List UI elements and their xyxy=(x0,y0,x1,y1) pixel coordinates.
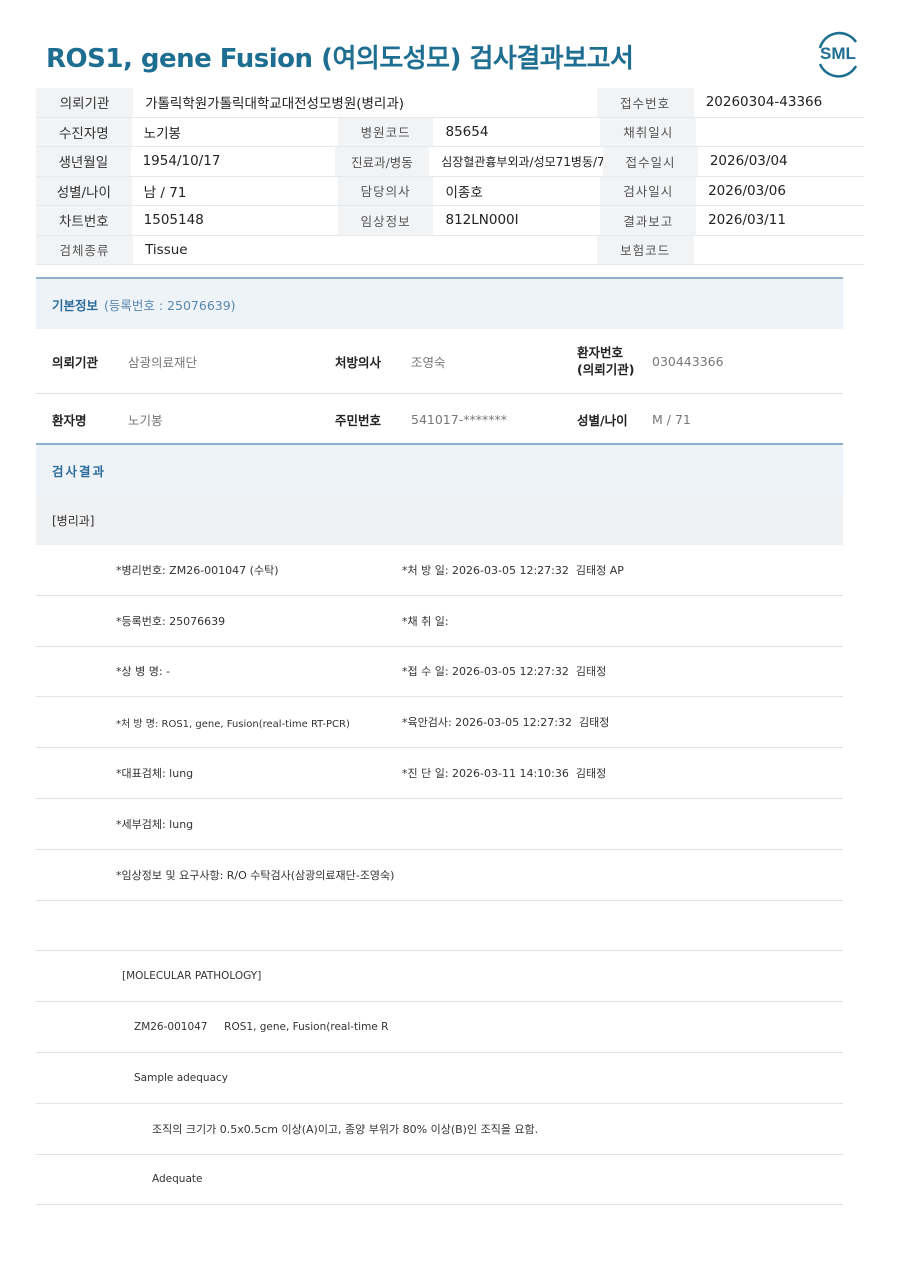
header-row: 의뢰기관 가톨릭학원가톨릭대학교대전성모병원(병리과) 접수번호 2026030… xyxy=(36,88,864,118)
header-label: 의뢰기관 xyxy=(36,88,134,117)
result-row: ZM26-001047 ROS1, gene, Fusion(real-time… xyxy=(36,1002,843,1053)
header-label: 임상정보 xyxy=(337,206,434,235)
header-label: 성별/나이 xyxy=(36,176,132,205)
result-row: *세부검체: lung xyxy=(36,799,843,850)
header-value: 1954/10/17 xyxy=(142,153,221,170)
basic-info-row: 의뢰기관 삼광의료재단 처방의사 조영숙 환자번호 (의뢰기관) 0304433… xyxy=(36,329,843,394)
result-right: *육안검사: 2026-03-05 12:27:32 김태정 xyxy=(402,716,610,730)
header-label: 검사일시 xyxy=(600,176,697,205)
header-label: 진료과/병동 xyxy=(334,147,430,176)
header-value: 남 / 71 xyxy=(143,184,187,201)
info-value: 삼광의료재단 xyxy=(128,354,198,370)
header-value: 이종호 xyxy=(445,184,483,201)
info-value: 조영숙 xyxy=(411,354,446,370)
result-row xyxy=(36,901,843,952)
result-row: *상 병 명: - *접 수 일: 2026-03-05 12:27:32 김태… xyxy=(36,647,843,698)
header-value: 85654 xyxy=(445,123,489,140)
header-value: 2026/03/11 xyxy=(708,212,786,229)
result-left: *등록번호: 25076639 xyxy=(116,614,226,628)
header-value: Tissue xyxy=(145,241,188,258)
result-right: *처 방 일: 2026-03-05 12:27:32 김태정 AP xyxy=(402,563,624,577)
sml-logo: SML xyxy=(818,31,858,78)
result-row: *임상정보 및 요구사항: R/O 수탁검사(삼광의료재단-조영숙) xyxy=(36,850,843,901)
basic-info-section: 기본정보 (등록번호 : 25076639) 의뢰기관 삼광의료재단 처방의사 … xyxy=(36,277,843,444)
result-left: ZM26-001047 ROS1, gene, Fusion(real-time… xyxy=(134,1021,389,1034)
header-value: 812LN000I xyxy=(445,212,519,229)
header-label: 접수일시 xyxy=(603,147,698,176)
header-value: 2026/03/04 xyxy=(709,153,788,170)
header-value: 노기봉 xyxy=(143,125,181,142)
info-key: 의뢰기관 xyxy=(52,354,99,370)
info-key: 성별/나이 xyxy=(577,412,628,428)
header-value: 심장혈관흉부외과/성모71병동/7110 xyxy=(441,154,628,169)
header-value: 20260304-43366 xyxy=(705,94,823,111)
header-row: 성별/나이 남 / 71 담당의사 이종호 검사일시 2026/03/06 xyxy=(36,176,864,206)
header-label: 채취일시 xyxy=(600,117,697,146)
result-left: Adequate xyxy=(152,1173,203,1186)
result-row: Sample adequacy xyxy=(36,1053,843,1104)
result-left: *병리번호: ZM26-001047 (수탁) xyxy=(116,563,279,577)
result-row: [MOLECULAR PATHOLOGY] xyxy=(36,951,843,1003)
header-row: 차트번호 1505148 임상정보 812LN000I 결과보고 2026/03… xyxy=(36,206,864,236)
header-label: 병원코드 xyxy=(337,117,434,146)
result-row: 조직의 크기가 0.5x0.5cm 이상(A)이고, 종양 부위가 80% 이상… xyxy=(36,1104,843,1155)
header-row: 검체종류 Tissue 보험코드 xyxy=(36,235,864,265)
result-row: *병리번호: ZM26-001047 (수탁) *처 방 일: 2026-03-… xyxy=(36,545,843,596)
logo-text: SML xyxy=(820,44,856,63)
header-label: 생년월일 xyxy=(36,147,131,176)
info-value: 노기봉 xyxy=(128,412,163,428)
result-left: *처 방 명: ROS1, gene, Fusion(real-time RT-… xyxy=(116,718,350,730)
header-row: 수진자명 노기봉 병원코드 85654 채취일시 xyxy=(36,117,864,147)
info-key: 환자명 xyxy=(52,412,87,428)
result-row: *대표검체: lung *진 단 일: 2026-03-11 14:10:36 … xyxy=(36,748,843,799)
header-value: 1505148 xyxy=(143,212,204,229)
header-label: 결과보고 xyxy=(600,206,697,235)
header-label: 차트번호 xyxy=(36,206,132,235)
result-row: Adequate xyxy=(36,1155,843,1206)
result-left: *대표검체: lung xyxy=(116,767,194,781)
department-label: [병리과] xyxy=(36,495,843,545)
report-title: ROS1, gene Fusion (여의도성모) 검사결과보고서 xyxy=(46,44,634,74)
results-heading: 검사결과 xyxy=(36,443,843,495)
header-value xyxy=(696,118,864,147)
header-label: 검체종류 xyxy=(36,235,134,264)
registration-number: (등록번호 : 25076639) xyxy=(104,297,236,313)
info-value: 030443366 xyxy=(652,353,724,369)
results-section: 검사결과 [병리과] *병리번호: ZM26-001047 (수탁) *처 방 … xyxy=(36,443,843,1206)
header-value: 가톨릭학원가톨릭대학교대전성모병원(병리과) xyxy=(145,96,405,113)
header-value xyxy=(694,236,864,265)
header-info-table: 의뢰기관 가톨릭학원가톨릭대학교대전성모병원(병리과) 접수번호 2026030… xyxy=(36,88,864,265)
result-row: *처 방 명: ROS1, gene, Fusion(real-time RT-… xyxy=(36,697,843,749)
result-left: *상 병 명: - xyxy=(116,665,171,679)
info-key: 처방의사 xyxy=(335,354,382,370)
header-label: 담당의사 xyxy=(337,176,434,205)
result-left: 조직의 크기가 0.5x0.5cm 이상(A)이고, 종양 부위가 80% 이상… xyxy=(152,1122,539,1136)
info-key: 주민번호 xyxy=(335,412,382,428)
result-row: *등록번호: 25076639 *채 취 일: xyxy=(36,596,843,647)
header-value: 2026/03/06 xyxy=(708,182,786,199)
basic-info-row: 환자명 노기봉 주민번호 541017-******* 성별/나이 M / 71 xyxy=(36,394,843,444)
basic-info-title: 기본정보 xyxy=(52,297,99,313)
result-right: *진 단 일: 2026-03-11 14:10:36 김태정 xyxy=(402,767,607,781)
result-left: *세부검체: lung xyxy=(116,817,194,831)
header-label: 보험코드 xyxy=(596,235,694,264)
header-label: 접수번호 xyxy=(596,88,694,117)
result-left: *임상정보 및 요구사항: R/O 수탁검사(삼광의료재단-조영숙) xyxy=(116,868,395,882)
result-right: *접 수 일: 2026-03-05 12:27:32 김태정 xyxy=(402,665,607,679)
basic-info-heading: 기본정보 (등록번호 : 25076639) xyxy=(36,277,843,329)
info-value: M / 71 xyxy=(652,411,691,427)
info-key: 환자번호 (의뢰기관) xyxy=(577,345,635,377)
info-value: 541017-******* xyxy=(411,411,507,427)
header-label: 수진자명 xyxy=(36,117,132,146)
header-row: 생년월일 1954/10/17 진료과/병동 심장혈관흉부외과/성모71병동/7… xyxy=(36,147,864,177)
result-left: Sample adequacy xyxy=(134,1071,229,1084)
result-right: *채 취 일: xyxy=(402,614,449,628)
molecular-pathology-label: [MOLECULAR PATHOLOGY] xyxy=(122,970,262,983)
